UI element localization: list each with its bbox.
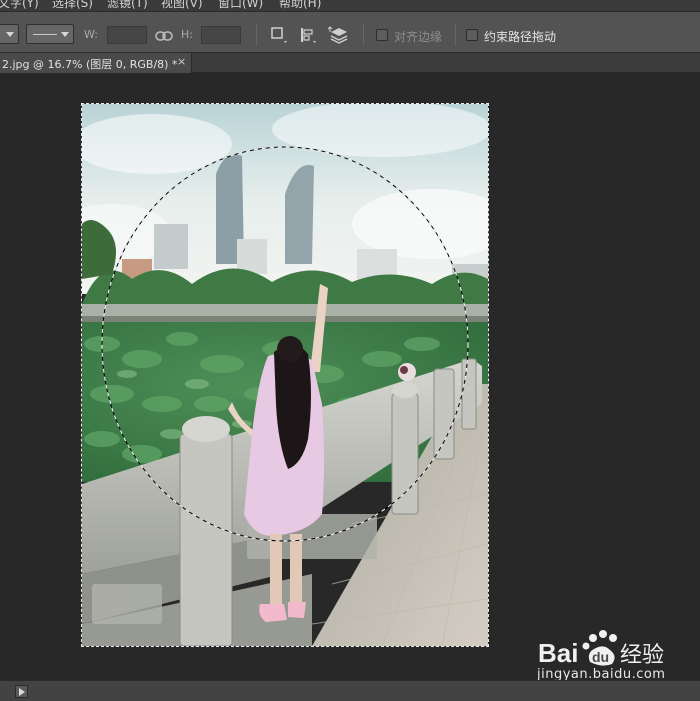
divider [455, 24, 456, 46]
document-tab[interactable]: 2.jpg @ 16.7% (图层 0, RGB/8) * × [0, 53, 192, 73]
chevron-down-icon [6, 32, 14, 37]
height-label: H: [181, 28, 193, 41]
stroke-line-icon [33, 34, 57, 35]
document-tab-title: 2.jpg @ 16.7% (图层 0, RGB/8) * [2, 58, 178, 71]
menu-type[interactable]: 文字(Y) [0, 0, 39, 11]
menu-select[interactable]: 选择(S) [52, 0, 93, 11]
menu-view[interactable]: 视图(V) [161, 0, 203, 11]
canvas-workspace [0, 73, 700, 680]
stroke-type-dropdown[interactable] [26, 24, 74, 44]
align-edges-checkbox[interactable] [376, 29, 388, 41]
svg-text:du: du [592, 649, 609, 665]
path-alignment-icon[interactable] [299, 26, 319, 46]
divider [256, 24, 257, 46]
tool-mode-dropdown[interactable] [0, 24, 19, 44]
status-bar [0, 680, 700, 701]
menu-help[interactable]: 帮助(H) [279, 0, 321, 11]
width-label: W: [84, 28, 98, 41]
document-tab-bar: 2.jpg @ 16.7% (图层 0, RGB/8) * × [0, 53, 700, 73]
height-field[interactable] [201, 26, 241, 44]
path-operations-icon[interactable] [270, 26, 290, 46]
divider [363, 24, 364, 46]
width-field[interactable] [107, 26, 147, 44]
path-arrangement-icon[interactable] [328, 25, 350, 47]
constrain-path-label: 约束路径拖动 [484, 30, 557, 44]
chevron-down-icon [61, 32, 69, 37]
svg-text:Bai: Bai [538, 638, 578, 668]
menu-window[interactable]: 窗口(W) [218, 0, 263, 11]
play-arrow-icon[interactable] [15, 685, 28, 698]
svg-text:经验: 经验 [620, 643, 664, 668]
link-icon[interactable] [155, 30, 173, 42]
menu-filter[interactable]: 滤镜(T) [107, 0, 148, 11]
align-edges-label: 对齐边缘 [394, 30, 443, 44]
elliptical-selection[interactable] [82, 104, 488, 646]
document-image[interactable] [82, 104, 488, 646]
options-bar: W: H: 对齐边缘 约束路径拖动 [0, 11, 700, 53]
close-icon[interactable]: × [177, 55, 186, 68]
menu-bar: 文字(Y) 选择(S) 滤镜(T) 视图(V) 窗口(W) 帮助(H) [0, 0, 700, 11]
constrain-path-checkbox[interactable] [466, 29, 478, 41]
